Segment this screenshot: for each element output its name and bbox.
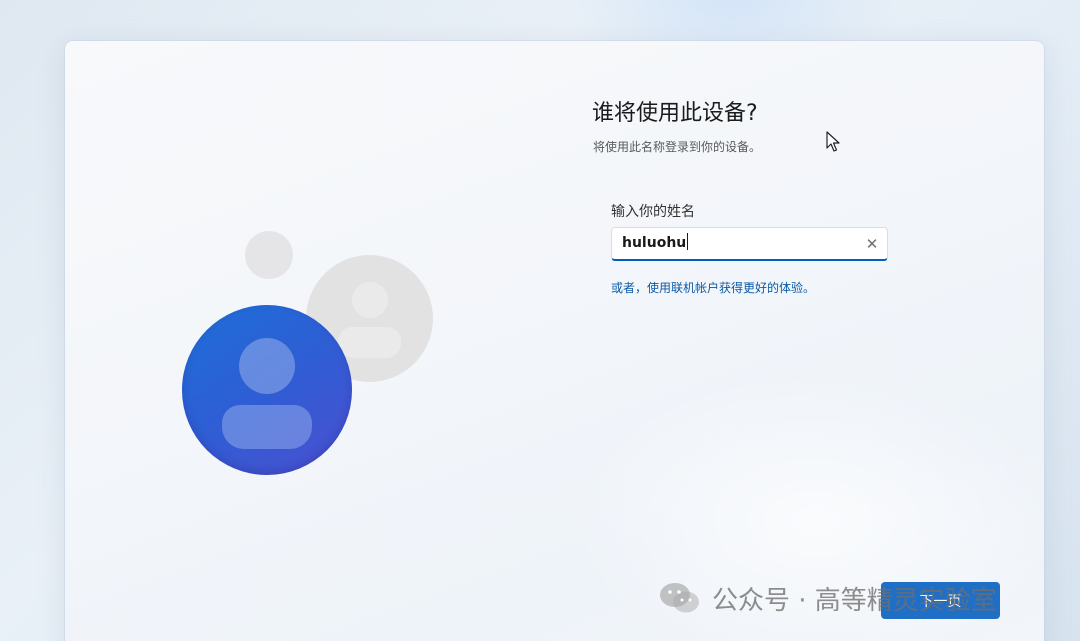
primary-user-body [222,405,312,449]
name-input[interactable]: huluohu ✕ [611,227,888,261]
text-caret [687,233,689,250]
small-bubble [245,231,293,279]
user-illustration [65,41,1044,641]
page-subtitle: 将使用此名称登录到你的设备。 [593,140,762,154]
secondary-user-body [338,327,401,358]
close-icon[interactable]: ✕ [863,235,881,253]
watermark-text: 公众号 · 高等精灵实验室 [712,585,997,616]
mouse-pointer-icon [826,131,840,152]
name-input-value[interactable]: huluohu [622,233,689,251]
secondary-user-head [352,282,388,318]
online-account-link[interactable]: 或者，使用联机帐户获得更好的体验。 [611,279,815,296]
setup-window: 谁将使用此设备? 将使用此名称登录到你的设备。 输入你的姓名 huluohu ✕… [65,41,1044,641]
primary-user-avatar [182,305,352,475]
name-field-label: 输入你的姓名 [611,204,695,220]
primary-user-head [239,338,295,394]
wechat-icon [660,583,699,613]
page-title: 谁将使用此设备? [592,101,758,126]
watermark: 公众号 · 高等精灵实验室 [658,580,997,616]
